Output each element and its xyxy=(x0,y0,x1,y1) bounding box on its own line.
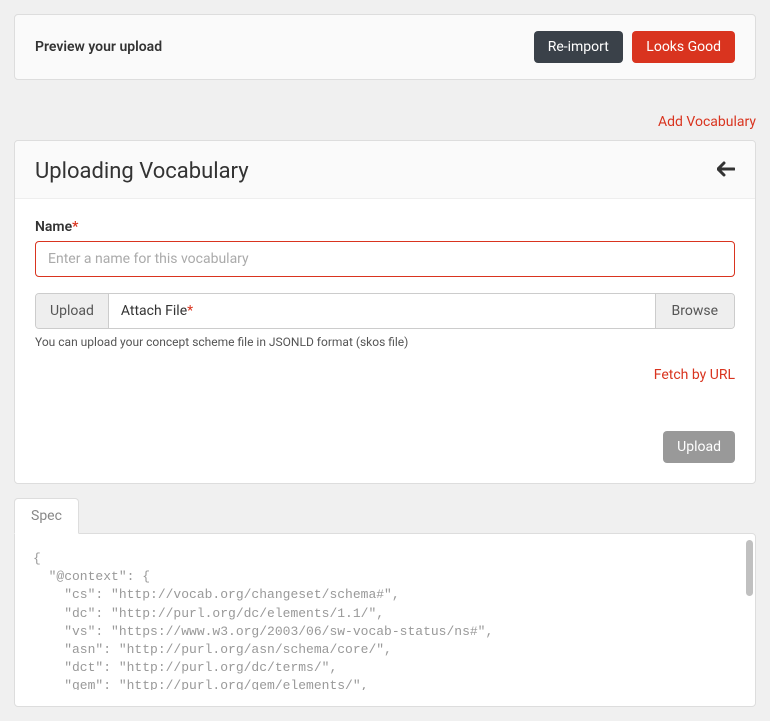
upload-file-button[interactable]: Upload xyxy=(36,294,109,328)
preview-upload-panel: Preview your upload Re-import Looks Good xyxy=(14,14,756,80)
upload-panel-body: Name* Upload Attach File* Browse You can… xyxy=(15,199,755,483)
tab-spec[interactable]: Spec xyxy=(14,498,79,534)
preview-actions: Re-import Looks Good xyxy=(534,31,735,63)
tabs-row: Spec xyxy=(14,498,756,534)
attach-file-label: Attach File* xyxy=(109,294,655,328)
back-arrow-icon[interactable] xyxy=(717,161,735,182)
scrollbar-thumb[interactable] xyxy=(746,540,753,596)
reimport-button[interactable]: Re-import xyxy=(534,31,623,63)
required-marker: * xyxy=(72,219,78,235)
name-label: Name* xyxy=(35,219,735,235)
file-help-text: You can upload your concept scheme file … xyxy=(35,335,735,349)
fetch-url-row: Fetch by URL xyxy=(35,367,735,383)
uploading-vocabulary-panel: Uploading Vocabulary Name* Upload Attach… xyxy=(14,140,756,484)
upload-submit-button[interactable]: Upload xyxy=(663,431,735,463)
required-marker: * xyxy=(187,303,193,319)
vocabulary-name-input[interactable] xyxy=(35,241,735,277)
browse-button[interactable]: Browse xyxy=(655,294,734,328)
spec-content[interactable]: { "@context": { "cs": "http://vocab.org/… xyxy=(33,550,737,690)
file-upload-row: Upload Attach File* Browse xyxy=(35,293,735,329)
submit-row: Upload xyxy=(35,431,735,463)
upload-panel-header: Uploading Vocabulary xyxy=(15,141,755,199)
upload-panel-title: Uploading Vocabulary xyxy=(35,159,249,184)
add-vocabulary-link[interactable]: Add Vocabulary xyxy=(658,114,756,130)
looks-good-button[interactable]: Looks Good xyxy=(632,31,735,63)
fetch-by-url-link[interactable]: Fetch by URL xyxy=(654,367,735,383)
spec-panel: { "@context": { "cs": "http://vocab.org/… xyxy=(14,533,756,707)
preview-title: Preview your upload xyxy=(35,39,162,55)
add-vocabulary-row: Add Vocabulary xyxy=(14,114,756,130)
